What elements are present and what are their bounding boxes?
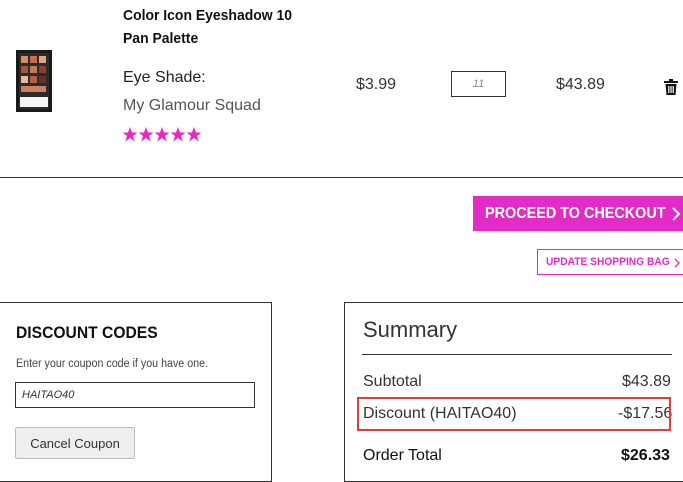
summary-title: Summary	[363, 317, 458, 342]
discount-highlight-box	[357, 397, 671, 431]
chevron-right-icon	[674, 258, 680, 268]
summary-divider	[362, 354, 672, 355]
update-button-label: UPDATE SHOPPING BAG	[546, 256, 670, 268]
product-image[interactable]	[16, 50, 52, 112]
quantity-input[interactable]	[451, 71, 506, 97]
star-icon	[123, 127, 202, 142]
cart-divider	[0, 177, 683, 178]
discount-codes-panel: DISCOUNT CODES Enter your coupon code if…	[0, 302, 272, 482]
attribute-label: Eye Shade:	[123, 69, 206, 86]
update-shopping-bag-button[interactable]: UPDATE SHOPPING BAG	[537, 249, 683, 275]
discount-codes-title: DISCOUNT CODES	[16, 323, 158, 342]
order-summary-panel: Summary Subtotal $43.89 Discount (HAITAO…	[344, 302, 683, 482]
product-name[interactable]: Color Icon Eyeshadow 10 Pan Palette	[123, 4, 300, 50]
line-total: $43.89	[556, 76, 605, 93]
checkout-button-label: PROCEED TO CHECKOUT	[485, 205, 666, 222]
discount-hint: Enter your coupon code if you have one.	[16, 358, 209, 370]
proceed-to-checkout-button[interactable]: PROCEED TO CHECKOUT	[473, 196, 683, 231]
trash-icon[interactable]	[664, 79, 678, 95]
unit-price: $3.99	[356, 76, 397, 93]
order-total-value: $26.33	[621, 447, 670, 464]
chevron-right-icon	[672, 207, 681, 221]
subtotal-label: Subtotal	[363, 373, 422, 390]
coupon-code-input[interactable]	[15, 382, 255, 408]
subtotal-value: $43.89	[622, 373, 671, 390]
star-rating	[123, 127, 202, 142]
cancel-coupon-button[interactable]: Cancel Coupon	[15, 427, 135, 459]
attribute-value: My Glamour Squad	[123, 97, 261, 114]
order-total-label: Order Total	[363, 447, 442, 464]
